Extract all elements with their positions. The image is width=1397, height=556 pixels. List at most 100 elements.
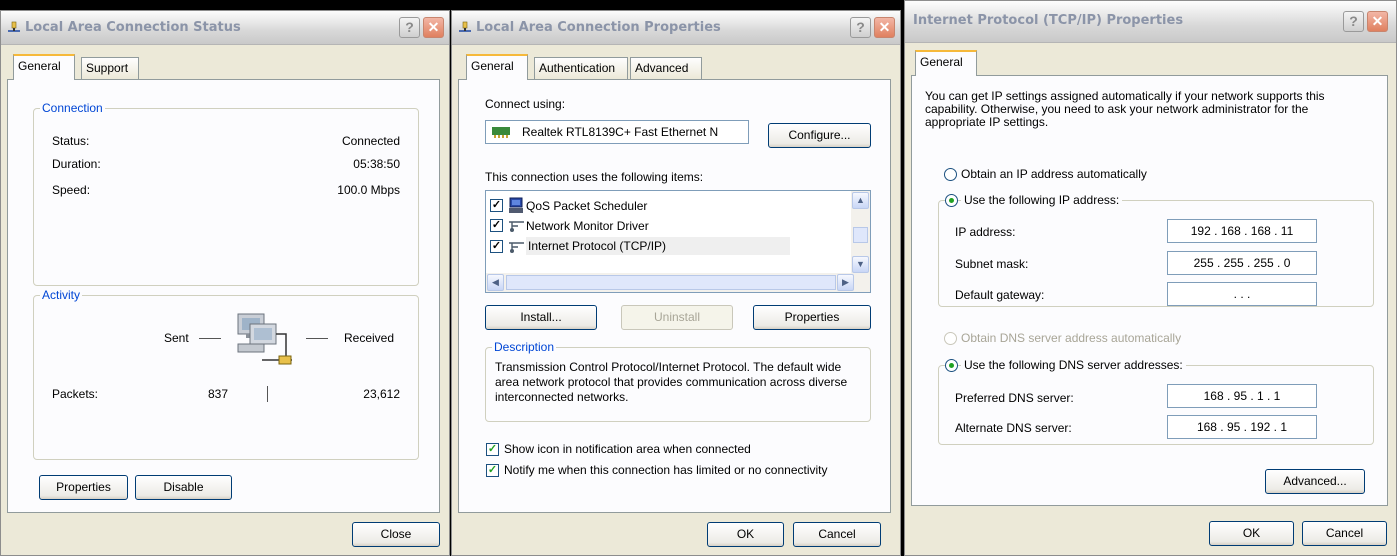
item-checkbox[interactable]: ✓	[490, 219, 503, 232]
uninstall-button[interactable]: Uninstall	[621, 305, 733, 330]
default-gateway-field[interactable]: . . .	[1167, 282, 1317, 306]
notify-label: Notify me when this connection has limit…	[504, 463, 828, 477]
list-item[interactable]: ✓ Internet Protocol (TCP/IP)	[490, 237, 830, 257]
general-panel: You can get IP settings assigned automat…	[911, 75, 1388, 506]
properties-button[interactable]: Properties	[39, 475, 128, 500]
help-button[interactable]: ?	[399, 17, 420, 38]
cancel-button[interactable]: Cancel	[1302, 521, 1387, 546]
network-connection-icon	[8, 21, 20, 32]
tab-support[interactable]: Support	[81, 57, 139, 79]
help-button[interactable]: ?	[1343, 11, 1364, 32]
network-adapter-icon	[492, 127, 510, 138]
status-title-bar[interactable]: Local Area Connection Status ? ✕	[1, 11, 449, 45]
components-list[interactable]: ✓ QoS Packet Scheduler ✓ Network Monitor…	[485, 190, 871, 293]
scroll-thumb[interactable]	[506, 275, 836, 290]
ok-button[interactable]: OK	[707, 522, 784, 547]
general-panel: Connection Status: Connected Duration: 0…	[7, 79, 440, 513]
packets-sent-value: 837	[207, 387, 228, 401]
item-properties-button[interactable]: Properties	[753, 305, 871, 330]
subnet-mask-value: 255 . 255 . 255 . 0	[1193, 256, 1291, 270]
scroll-left-icon[interactable]: ◀	[487, 274, 504, 291]
group-label: Activity	[40, 288, 83, 302]
scroll-thumb[interactable]	[853, 227, 868, 243]
network-connection-icon	[459, 21, 471, 32]
notify-checkbox[interactable]: ✓	[486, 464, 499, 477]
list-item[interactable]: ✓ Network Monitor Driver	[490, 217, 830, 235]
network-protocol-icon	[509, 242, 524, 253]
item-label-selected: Internet Protocol (TCP/IP)	[526, 237, 791, 255]
item-label: Network Monitor Driver	[526, 219, 649, 233]
tcpip-title-bar[interactable]: Internet Protocol (TCP/IP) Properties ? …	[905, 1, 1396, 43]
advanced-button[interactable]: Advanced...	[1265, 469, 1365, 494]
scroll-up-icon[interactable]: ▲	[852, 192, 869, 209]
disable-button[interactable]: Disable	[135, 475, 232, 500]
install-button[interactable]: Install...	[485, 305, 597, 330]
received-label: Received	[344, 331, 395, 345]
use-dns-radio[interactable]	[945, 359, 958, 372]
window-title: Local Area Connection Status	[25, 20, 241, 35]
scroll-right-icon[interactable]: ▶	[837, 274, 854, 291]
help-button[interactable]: ?	[850, 17, 871, 38]
properties-title-bar[interactable]: Local Area Connection Properties ? ✕	[452, 11, 900, 45]
intro-text: You can get IP settings assigned automat…	[925, 89, 1325, 129]
adapter-name: Realtek RTL8139C+ Fast Ethernet N	[522, 125, 719, 139]
connect-using-label: Connect using:	[485, 97, 566, 111]
alternate-dns-value: 168 . 95 . 192 . 1	[1196, 420, 1288, 434]
close-window-button[interactable]: ✕	[423, 17, 444, 38]
sent-label: Sent	[164, 331, 189, 345]
obtain-ip-label: Obtain an IP address automatically	[961, 167, 1147, 181]
tab-advanced[interactable]: Advanced	[630, 57, 702, 79]
ip-address-group: Use the following IP address: IP address…	[938, 193, 1374, 307]
packets-divider	[267, 386, 268, 402]
default-gateway-value: . . .	[1233, 287, 1251, 301]
close-window-button[interactable]: ✕	[1367, 11, 1388, 32]
scheduler-icon	[509, 197, 523, 213]
network-protocol-icon	[509, 221, 524, 232]
tab-general[interactable]: General	[466, 54, 528, 80]
close-window-button[interactable]: ✕	[874, 17, 895, 38]
configure-button[interactable]: Configure...	[768, 123, 871, 148]
tab-authentication[interactable]: Authentication	[534, 57, 628, 79]
sent-line	[199, 338, 221, 339]
vertical-scrollbar[interactable]: ▲ ▼	[851, 191, 870, 274]
window-title: Local Area Connection Properties	[476, 20, 721, 35]
list-item[interactable]: ✓ QoS Packet Scheduler	[490, 197, 830, 215]
alternate-dns-field[interactable]: 168 . 95 . 192 . 1	[1167, 415, 1317, 439]
duration-label: Duration:	[52, 157, 101, 171]
duration-value: 05:38:50	[353, 157, 400, 171]
ip-label: IP address:	[955, 225, 1016, 239]
show-icon-label: Show icon in notification area when conn…	[504, 442, 751, 456]
obtain-ip-radio[interactable]	[944, 168, 957, 181]
item-label: QoS Packet Scheduler	[526, 199, 648, 213]
show-icon-checkbox[interactable]: ✓	[486, 443, 499, 456]
general-panel: Connect using: Realtek RTL8139C+ Fast Et…	[458, 79, 891, 513]
ip-address-field[interactable]: 192 . 168 . 168 . 11	[1167, 219, 1317, 243]
items-label: This connection uses the following items…	[485, 170, 704, 184]
horizontal-scrollbar[interactable]: ◀ ▶	[486, 273, 870, 292]
description-group: Description Transmission Control Protoco…	[485, 340, 871, 422]
item-checkbox[interactable]: ✓	[490, 199, 503, 212]
ip-address-value: 192 . 168 . 168 . 11	[1190, 224, 1294, 238]
preferred-dns-value: 168 . 95 . 1 . 1	[1203, 389, 1281, 403]
description-text: Transmission Control Protocol/Internet P…	[495, 360, 848, 404]
status-window: Local Area Connection Status ? ✕ General…	[0, 10, 450, 556]
scroll-down-icon[interactable]: ▼	[852, 256, 869, 273]
tab-general[interactable]: General	[13, 54, 75, 80]
ok-button[interactable]: OK	[1209, 521, 1294, 546]
tab-general[interactable]: General	[915, 50, 977, 76]
item-checkbox[interactable]: ✓	[490, 240, 503, 253]
use-dns-label: Use the following DNS server addresses:	[961, 358, 1186, 372]
use-ip-radio[interactable]	[945, 194, 958, 207]
speed-value: 100.0 Mbps	[337, 183, 400, 197]
group-label: Connection	[40, 101, 105, 115]
use-ip-label: Use the following IP address:	[961, 193, 1123, 207]
cancel-button[interactable]: Cancel	[793, 522, 881, 547]
status-value: Connected	[341, 134, 400, 148]
preferred-dns-field[interactable]: 168 . 95 . 1 . 1	[1167, 384, 1317, 408]
subnet-label: Subnet mask:	[955, 257, 1029, 271]
obtain-dns-radio[interactable]	[944, 332, 957, 345]
gateway-label: Default gateway:	[955, 288, 1045, 302]
close-button[interactable]: Close	[352, 522, 440, 547]
preferred-dns-label: Preferred DNS server:	[955, 391, 1074, 405]
subnet-mask-field[interactable]: 255 . 255 . 255 . 0	[1167, 251, 1317, 275]
